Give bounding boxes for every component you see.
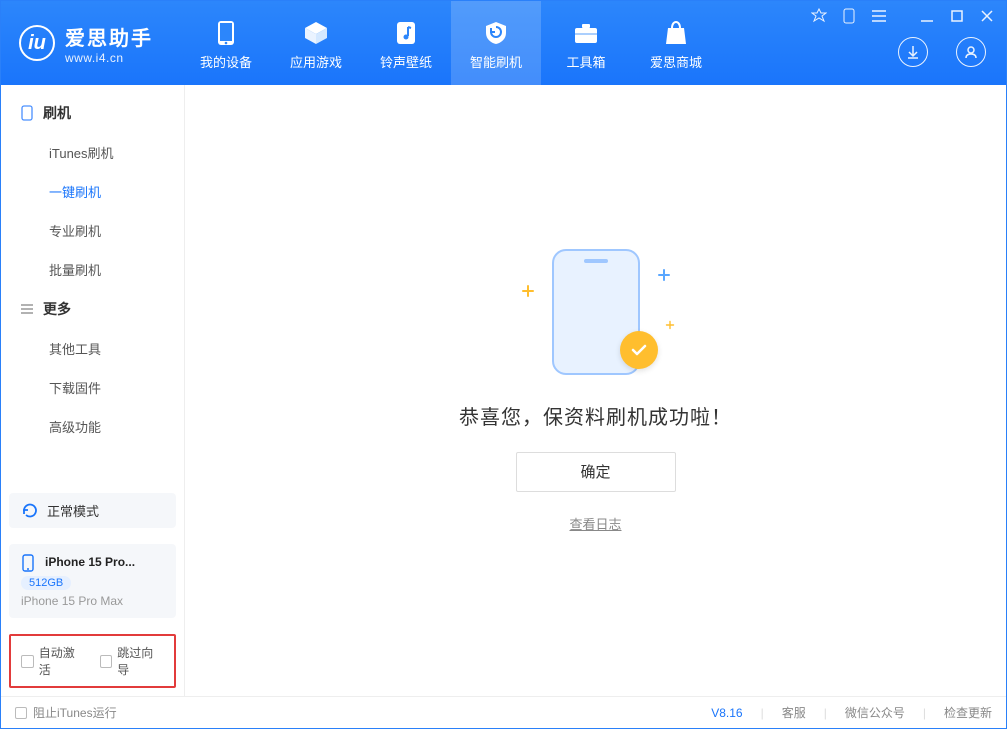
nav-my-device[interactable]: 我的设备: [181, 1, 271, 85]
nav-toolbox[interactable]: 工具箱: [541, 1, 631, 85]
shield-refresh-icon: [483, 20, 509, 46]
shopping-bag-icon: [663, 20, 689, 46]
sidebar-item-other-tools[interactable]: 其他工具: [1, 329, 184, 368]
minimize-icon[interactable]: [918, 7, 936, 25]
logo-text: 爱思助手 www.i4.cn: [65, 22, 153, 65]
ok-button[interactable]: 确定: [516, 452, 676, 492]
device-mode-label: 正常模式: [47, 501, 99, 520]
sidebar-item-batch-flash[interactable]: 批量刷机: [1, 250, 184, 289]
sparkle-icon: [658, 269, 670, 281]
device-card[interactable]: iPhone 15 Pro... 512GB iPhone 15 Pro Max: [9, 544, 176, 618]
success-illustration: [516, 249, 676, 379]
menu-icon[interactable]: [870, 7, 888, 25]
sidebar-item-pro-flash[interactable]: 专业刷机: [1, 211, 184, 250]
nav-label: 应用游戏: [290, 52, 342, 71]
device-icon: [213, 20, 239, 46]
sidebar: 刷机 iTunes刷机 一键刷机 专业刷机 批量刷机 更多 其他工具 下载固件 …: [1, 85, 185, 696]
music-note-icon: [393, 20, 419, 46]
checkbox-icon: [15, 707, 27, 719]
sidebar-group-title: 更多: [43, 299, 71, 319]
footer-link-support[interactable]: 客服: [782, 704, 806, 721]
window-controls: [810, 7, 996, 25]
checkbox-label: 跳过向导: [117, 644, 164, 678]
refresh-icon: [21, 502, 39, 520]
sparkle-icon: [665, 320, 673, 328]
sidebar-group-more[interactable]: 更多: [1, 289, 184, 329]
main-content: 恭喜您，保资料刷机成功啦！ 确定 查看日志: [185, 85, 1006, 696]
checkbox-icon: [100, 655, 113, 668]
user-icon[interactable]: [956, 37, 986, 67]
sidebar-group-title: 刷机: [43, 103, 71, 123]
nav-label: 我的设备: [200, 52, 252, 71]
success-message: 恭喜您，保资料刷机成功啦！: [459, 401, 732, 430]
briefcase-icon: [573, 20, 599, 46]
sidebar-group-flash[interactable]: 刷机: [1, 93, 184, 133]
checkbox-skip-guide[interactable]: 跳过向导: [100, 644, 165, 678]
nav-store[interactable]: 爱思商城: [631, 1, 721, 85]
device-mode-row[interactable]: 正常模式: [9, 493, 176, 528]
sidebar-item-itunes-flash[interactable]: iTunes刷机: [1, 133, 184, 172]
checkbox-block-itunes[interactable]: 阻止iTunes运行: [15, 704, 117, 721]
device-name-short: iPhone 15 Pro...: [45, 555, 135, 569]
maximize-icon[interactable]: [948, 7, 966, 25]
device-model: iPhone 15 Pro Max: [21, 594, 164, 608]
nav-ringtone-wallpaper[interactable]: 铃声壁纸: [361, 1, 451, 85]
header-action-icons: [898, 37, 986, 67]
nav-label: 爱思商城: [650, 52, 702, 71]
separator: |: [761, 706, 764, 720]
sidebar-item-advanced[interactable]: 高级功能: [1, 407, 184, 446]
nav-label: 智能刷机: [470, 52, 522, 71]
download-icon[interactable]: [898, 37, 928, 67]
separator: |: [824, 706, 827, 720]
footer-link-check-update[interactable]: 检查更新: [944, 704, 992, 721]
version-label: V8.16: [711, 706, 742, 720]
sidebar-item-download-firmware[interactable]: 下载固件: [1, 368, 184, 407]
checkbox-label: 阻止iTunes运行: [33, 704, 117, 721]
nav-apps-games[interactable]: 应用游戏: [271, 1, 361, 85]
logo-area: iu 爱思助手 www.i4.cn: [1, 1, 171, 85]
checkbox-auto-activate[interactable]: 自动激活: [21, 644, 86, 678]
nav-label: 铃声壁纸: [380, 52, 432, 71]
cube-icon: [303, 20, 329, 46]
footer: 阻止iTunes运行 V8.16 | 客服 | 微信公众号 | 检查更新: [1, 696, 1006, 728]
app-body: 刷机 iTunes刷机 一键刷机 专业刷机 批量刷机 更多 其他工具 下载固件 …: [1, 85, 1006, 696]
device-name-row: iPhone 15 Pro...: [21, 554, 164, 570]
footer-right: V8.16 | 客服 | 微信公众号 | 检查更新: [711, 704, 992, 721]
device-capacity-badge: 512GB: [21, 576, 71, 590]
theme-icon[interactable]: [810, 7, 828, 25]
sparkle-icon: [522, 285, 534, 297]
nav-label: 工具箱: [566, 52, 605, 71]
phone-icon: [21, 554, 37, 570]
app-logo-icon: iu: [19, 25, 55, 61]
footer-left: 阻止iTunes运行: [15, 704, 117, 721]
top-nav: 我的设备 应用游戏 铃声壁纸 智能刷机 工具箱: [181, 1, 721, 85]
footer-link-wechat[interactable]: 微信公众号: [845, 704, 905, 721]
more-lines-icon: [19, 301, 35, 317]
view-log-link[interactable]: 查看日志: [569, 514, 621, 533]
separator: |: [923, 706, 926, 720]
app-header: iu 爱思助手 www.i4.cn 我的设备 应用游戏 铃声壁纸: [1, 1, 1006, 85]
check-badge-icon: [620, 331, 658, 369]
app-url: www.i4.cn: [65, 51, 153, 65]
nav-smart-flash[interactable]: 智能刷机: [451, 1, 541, 85]
app-name: 爱思助手: [65, 22, 153, 51]
sidebar-item-one-key-flash[interactable]: 一键刷机: [1, 172, 184, 211]
sidebar-scroll: 刷机 iTunes刷机 一键刷机 专业刷机 批量刷机 更多 其他工具 下载固件 …: [1, 85, 184, 485]
phone-small-icon: [19, 105, 35, 121]
checkbox-label: 自动激活: [39, 644, 86, 678]
checkbox-icon: [21, 655, 34, 668]
phone-outline-icon[interactable]: [840, 7, 858, 25]
flash-options-row: 自动激活 跳过向导: [9, 634, 176, 688]
close-icon[interactable]: [978, 7, 996, 25]
